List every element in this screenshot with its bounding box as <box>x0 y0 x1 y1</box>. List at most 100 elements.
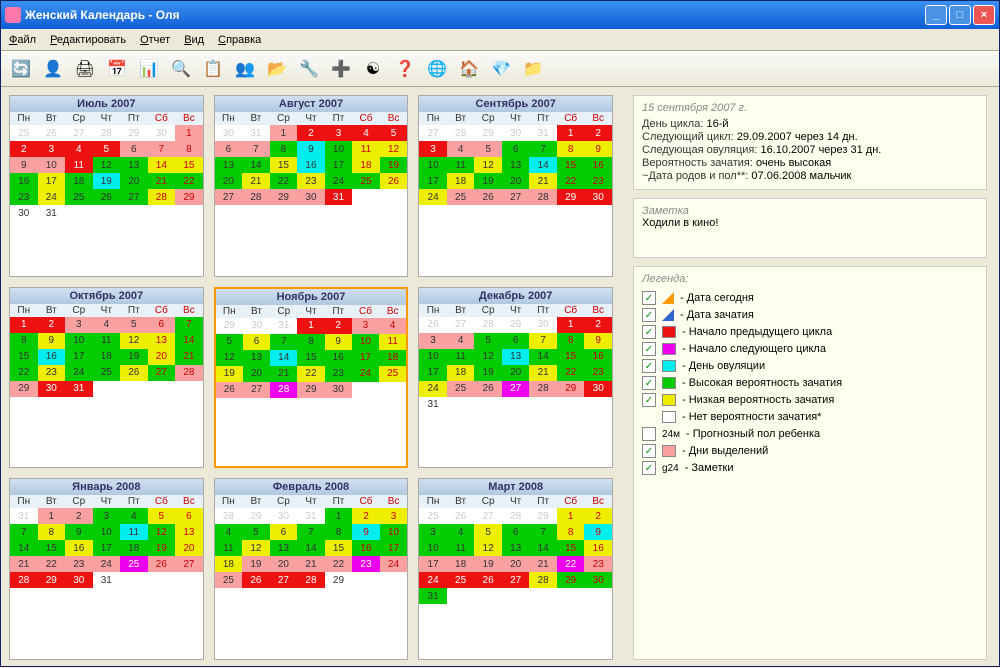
day-cell[interactable]: 15 <box>557 157 585 173</box>
day-cell[interactable]: 29 <box>502 317 530 333</box>
day-cell[interactable]: 1 <box>38 508 66 524</box>
day-cell[interactable]: 13 <box>502 157 530 173</box>
day-cell[interactable]: 12 <box>242 540 270 556</box>
day-cell[interactable]: 24 <box>93 556 121 572</box>
day-cell[interactable]: 8 <box>270 141 298 157</box>
day-cell[interactable]: 24 <box>380 556 408 572</box>
day-cell[interactable]: 18 <box>447 173 475 189</box>
day-cell[interactable]: 23 <box>584 556 612 572</box>
day-cell[interactable] <box>175 205 203 221</box>
day-cell[interactable]: 30 <box>502 125 530 141</box>
day-cell[interactable]: 9 <box>65 524 93 540</box>
day-cell[interactable]: 31 <box>419 397 447 413</box>
day-cell[interactable]: 19 <box>242 556 270 572</box>
day-cell[interactable]: 20 <box>120 173 148 189</box>
day-cell[interactable]: 14 <box>175 333 203 349</box>
day-cell[interactable]: 25 <box>447 572 475 588</box>
day-cell[interactable]: 14 <box>529 349 557 365</box>
day-cell[interactable]: 29 <box>325 572 353 588</box>
day-cell[interactable]: 7 <box>270 334 297 350</box>
day-cell[interactable]: 14 <box>297 540 325 556</box>
day-cell[interactable]: 27 <box>447 317 475 333</box>
day-cell[interactable]: 4 <box>447 141 475 157</box>
day-cell[interactable]: 26 <box>419 317 447 333</box>
day-cell[interactable]: 10 <box>352 334 379 350</box>
day-cell[interactable] <box>584 588 612 604</box>
day-cell[interactable]: 28 <box>529 189 557 205</box>
day-cell[interactable] <box>148 381 176 397</box>
day-cell[interactable]: 15 <box>38 540 66 556</box>
day-cell[interactable]: 31 <box>419 588 447 604</box>
day-cell[interactable]: 18 <box>352 157 380 173</box>
day-cell[interactable]: 20 <box>175 540 203 556</box>
day-cell[interactable]: 18 <box>447 365 475 381</box>
legend-checkbox[interactable]: ✓ <box>642 461 656 475</box>
day-cell[interactable] <box>474 588 502 604</box>
day-cell[interactable]: 19 <box>380 157 408 173</box>
day-cell[interactable]: 2 <box>10 141 38 157</box>
day-cell[interactable]: 23 <box>584 173 612 189</box>
day-cell[interactable]: 24 <box>419 572 447 588</box>
day-cell[interactable]: 22 <box>557 173 585 189</box>
day-cell[interactable]: 29 <box>529 508 557 524</box>
menu-view[interactable]: Вид <box>184 34 204 46</box>
day-cell[interactable]: 25 <box>10 125 38 141</box>
toolbar-button-4[interactable]: 📊 <box>135 55 163 83</box>
day-cell[interactable]: 27 <box>120 189 148 205</box>
day-cell[interactable]: 16 <box>38 349 66 365</box>
day-cell[interactable]: 23 <box>352 556 380 572</box>
day-cell[interactable]: 26 <box>447 508 475 524</box>
day-cell[interactable]: 25 <box>447 189 475 205</box>
day-cell[interactable]: 24 <box>419 381 447 397</box>
day-cell[interactable]: 3 <box>380 508 408 524</box>
day-cell[interactable]: 24 <box>352 366 379 382</box>
day-cell[interactable]: 6 <box>270 524 298 540</box>
day-cell[interactable]: 28 <box>148 189 176 205</box>
day-cell[interactable]: 14 <box>270 350 297 366</box>
day-cell[interactable]: 3 <box>65 317 93 333</box>
maximize-button[interactable]: □ <box>949 5 971 25</box>
minimize-button[interactable]: _ <box>925 5 947 25</box>
day-cell[interactable]: 17 <box>380 540 408 556</box>
day-cell[interactable]: 9 <box>10 157 38 173</box>
day-cell[interactable]: 5 <box>93 141 121 157</box>
day-cell[interactable]: 20 <box>215 173 243 189</box>
day-cell[interactable] <box>175 572 203 588</box>
day-cell[interactable]: 10 <box>419 349 447 365</box>
day-cell[interactable]: 1 <box>325 508 353 524</box>
day-cell[interactable]: 30 <box>584 189 612 205</box>
day-cell[interactable]: 24 <box>325 173 353 189</box>
day-cell[interactable]: 15 <box>175 157 203 173</box>
day-cell[interactable]: 24 <box>419 189 447 205</box>
toolbar-button-13[interactable]: 🌐 <box>423 55 451 83</box>
day-cell[interactable]: 27 <box>243 382 270 398</box>
day-cell[interactable]: 25 <box>379 366 406 382</box>
day-cell[interactable]: 28 <box>175 365 203 381</box>
day-cell[interactable]: 9 <box>297 141 325 157</box>
day-cell[interactable]: 22 <box>10 365 38 381</box>
day-cell[interactable]: 14 <box>148 157 176 173</box>
day-cell[interactable] <box>474 397 502 413</box>
day-cell[interactable]: 3 <box>352 318 379 334</box>
day-cell[interactable]: 6 <box>502 333 530 349</box>
day-cell[interactable] <box>502 397 530 413</box>
day-cell[interactable]: 7 <box>529 524 557 540</box>
day-cell[interactable]: 7 <box>529 141 557 157</box>
day-cell[interactable]: 5 <box>474 141 502 157</box>
day-cell[interactable]: 17 <box>38 173 66 189</box>
day-cell[interactable]: 26 <box>474 381 502 397</box>
day-cell[interactable]: 11 <box>352 141 380 157</box>
day-cell[interactable]: 22 <box>175 173 203 189</box>
day-cell[interactable] <box>529 397 557 413</box>
day-cell[interactable]: 29 <box>297 382 324 398</box>
day-cell[interactable]: 30 <box>65 572 93 588</box>
day-cell[interactable]: 19 <box>120 349 148 365</box>
day-cell[interactable] <box>120 205 148 221</box>
day-cell[interactable]: 23 <box>38 365 66 381</box>
day-cell[interactable]: 9 <box>325 334 352 350</box>
day-cell[interactable]: 31 <box>93 572 121 588</box>
day-cell[interactable]: 31 <box>270 318 297 334</box>
day-cell[interactable]: 26 <box>216 382 243 398</box>
day-cell[interactable]: 9 <box>584 141 612 157</box>
day-cell[interactable]: 15 <box>270 157 298 173</box>
